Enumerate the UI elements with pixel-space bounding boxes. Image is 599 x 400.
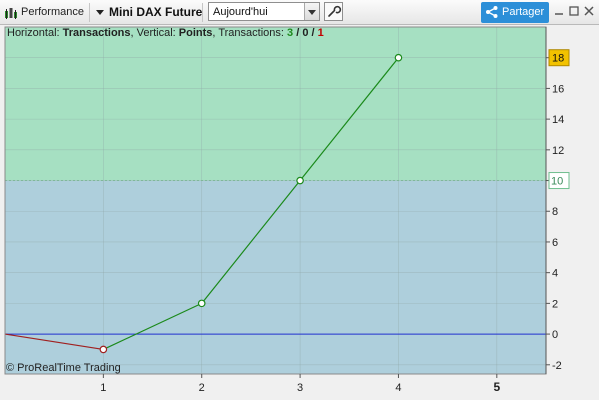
y-tick-label: 14 <box>552 114 564 126</box>
y-tick-label: 4 <box>552 268 558 280</box>
share-label: Partager <box>502 6 545 18</box>
trade-point[interactable] <box>99 345 108 354</box>
maximize-icon[interactable] <box>568 5 580 17</box>
x-tick-label: 1 <box>100 382 106 394</box>
y-tick-label: 2 <box>552 298 558 310</box>
instrument-name[interactable]: Mini DAX Future <box>109 5 202 19</box>
toolbar: Performance Mini DAX Future Aujourd'hui … <box>0 0 599 25</box>
wrench-icon <box>328 5 342 17</box>
dropdown-arrow-icon[interactable] <box>304 3 319 20</box>
toolbar-divider <box>89 3 90 22</box>
y-tick-label: -2 <box>552 360 562 372</box>
count-label: , Transactions: <box>212 27 288 39</box>
x-tick-label: 3 <box>297 382 303 394</box>
losing-count: 1 <box>317 27 324 39</box>
y-tick-label: 12 <box>552 145 564 157</box>
settings-button[interactable] <box>324 2 343 21</box>
trade-point[interactable] <box>296 176 304 185</box>
count-separator: / <box>308 27 318 39</box>
horizontal-label: Horizontal: <box>7 27 63 39</box>
period-select[interactable]: Aujourd'hui <box>208 2 320 21</box>
gain-zone <box>5 27 546 181</box>
y-axis: -2 0 2 4 6 8 12 14 16 18 10 <box>545 27 570 374</box>
trade-point[interactable] <box>197 299 206 308</box>
x-axis: 1 2 3 4 5 <box>100 374 500 394</box>
share-button[interactable]: Partager <box>481 2 549 23</box>
vertical-label: , Vertical: <box>130 27 179 39</box>
vertical-value: Points <box>178 27 213 39</box>
close-icon[interactable] <box>583 5 595 17</box>
x-tick-label: 2 <box>199 382 205 394</box>
toolbar-divider <box>202 3 203 22</box>
copyright-notice: © ProRealTime Trading <box>6 362 121 374</box>
horizontal-value: Transactions <box>62 27 131 39</box>
equity-curve-chart[interactable]: -2024681214161810 12345 <box>0 25 599 400</box>
loss-zone <box>5 180 546 374</box>
x-tick-label: 4 <box>395 382 401 394</box>
count-separator: / <box>293 27 303 39</box>
y-tick-label: 0 <box>552 329 558 341</box>
trade-point[interactable] <box>394 53 403 62</box>
share-icon <box>486 6 498 18</box>
performance-icon[interactable] <box>4 6 18 20</box>
threshold-label: 10 <box>551 176 563 188</box>
x-tick-label: 5 <box>493 380 500 394</box>
chevron-down-icon[interactable] <box>96 10 104 15</box>
report-type-label[interactable]: Performance <box>21 6 84 18</box>
minimize-icon[interactable] <box>553 5 565 17</box>
chart-legend: Horizontal: Transactions, Vertical: Poin… <box>7 27 324 39</box>
last-value-label: 18 <box>552 53 564 65</box>
y-tick-label: 16 <box>552 83 564 95</box>
y-tick-label: 6 <box>552 237 558 249</box>
period-value: Aujourd'hui <box>213 6 268 18</box>
y-tick-label: 8 <box>552 206 558 218</box>
